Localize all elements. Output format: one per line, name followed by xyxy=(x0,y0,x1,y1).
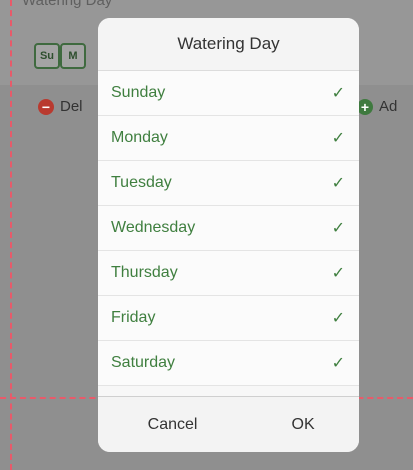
option-tuesday[interactable]: Tuesday ✓ xyxy=(98,161,359,206)
option-label: Sunday xyxy=(111,84,166,101)
option-monday[interactable]: Monday ✓ xyxy=(98,116,359,161)
checkmark-icon: ✓ xyxy=(331,265,345,282)
day-options-list: Sunday ✓ Monday ✓ Tuesday ✓ Wednesday ✓ Thur… xyxy=(98,71,359,386)
checkmark-icon: ✓ xyxy=(331,85,345,102)
ok-button[interactable]: OK xyxy=(247,397,359,452)
option-wednesday[interactable]: Wednesday ✓ xyxy=(98,206,359,251)
delete-action[interactable]: − Del xyxy=(38,98,83,115)
guide-line-vertical xyxy=(10,0,12,470)
option-sunday[interactable]: Sunday ✓ xyxy=(98,71,359,116)
checkmark-icon: ✓ xyxy=(331,355,345,372)
add-action[interactable]: + Ad xyxy=(357,98,397,115)
checkmark-icon: ✓ xyxy=(331,310,345,327)
dialog-title: Watering Day xyxy=(98,18,359,71)
option-label: Thursday xyxy=(111,264,178,281)
option-label: Saturday xyxy=(111,354,176,371)
add-action-label: Ad xyxy=(379,98,398,115)
option-label: Monday xyxy=(111,129,168,146)
option-label: Friday xyxy=(111,309,156,326)
option-saturday[interactable]: Saturday ✓ xyxy=(98,341,359,386)
background-section-title: Watering Day xyxy=(22,0,113,9)
option-label: Tuesday xyxy=(111,174,172,191)
option-friday[interactable]: Friday ✓ xyxy=(98,296,359,341)
minus-circle-icon: − xyxy=(38,98,54,115)
watering-day-dialog: Watering Day Sunday ✓ Monday ✓ Tuesday ✓ We… xyxy=(98,18,359,452)
day-chip-monday[interactable]: M xyxy=(60,43,86,69)
delete-action-label: Del xyxy=(60,98,83,115)
checkmark-icon: ✓ xyxy=(331,175,345,192)
plus-circle-icon: + xyxy=(357,98,373,115)
checkmark-icon: ✓ xyxy=(331,220,345,237)
day-chip-sunday[interactable]: Su xyxy=(34,43,60,69)
option-label: Wednesday xyxy=(111,219,196,236)
cancel-button[interactable]: Cancel xyxy=(98,397,247,452)
dialog-footer: Cancel OK xyxy=(98,396,359,452)
checkmark-icon: ✓ xyxy=(331,130,345,147)
option-thursday[interactable]: Thursday ✓ xyxy=(98,251,359,296)
